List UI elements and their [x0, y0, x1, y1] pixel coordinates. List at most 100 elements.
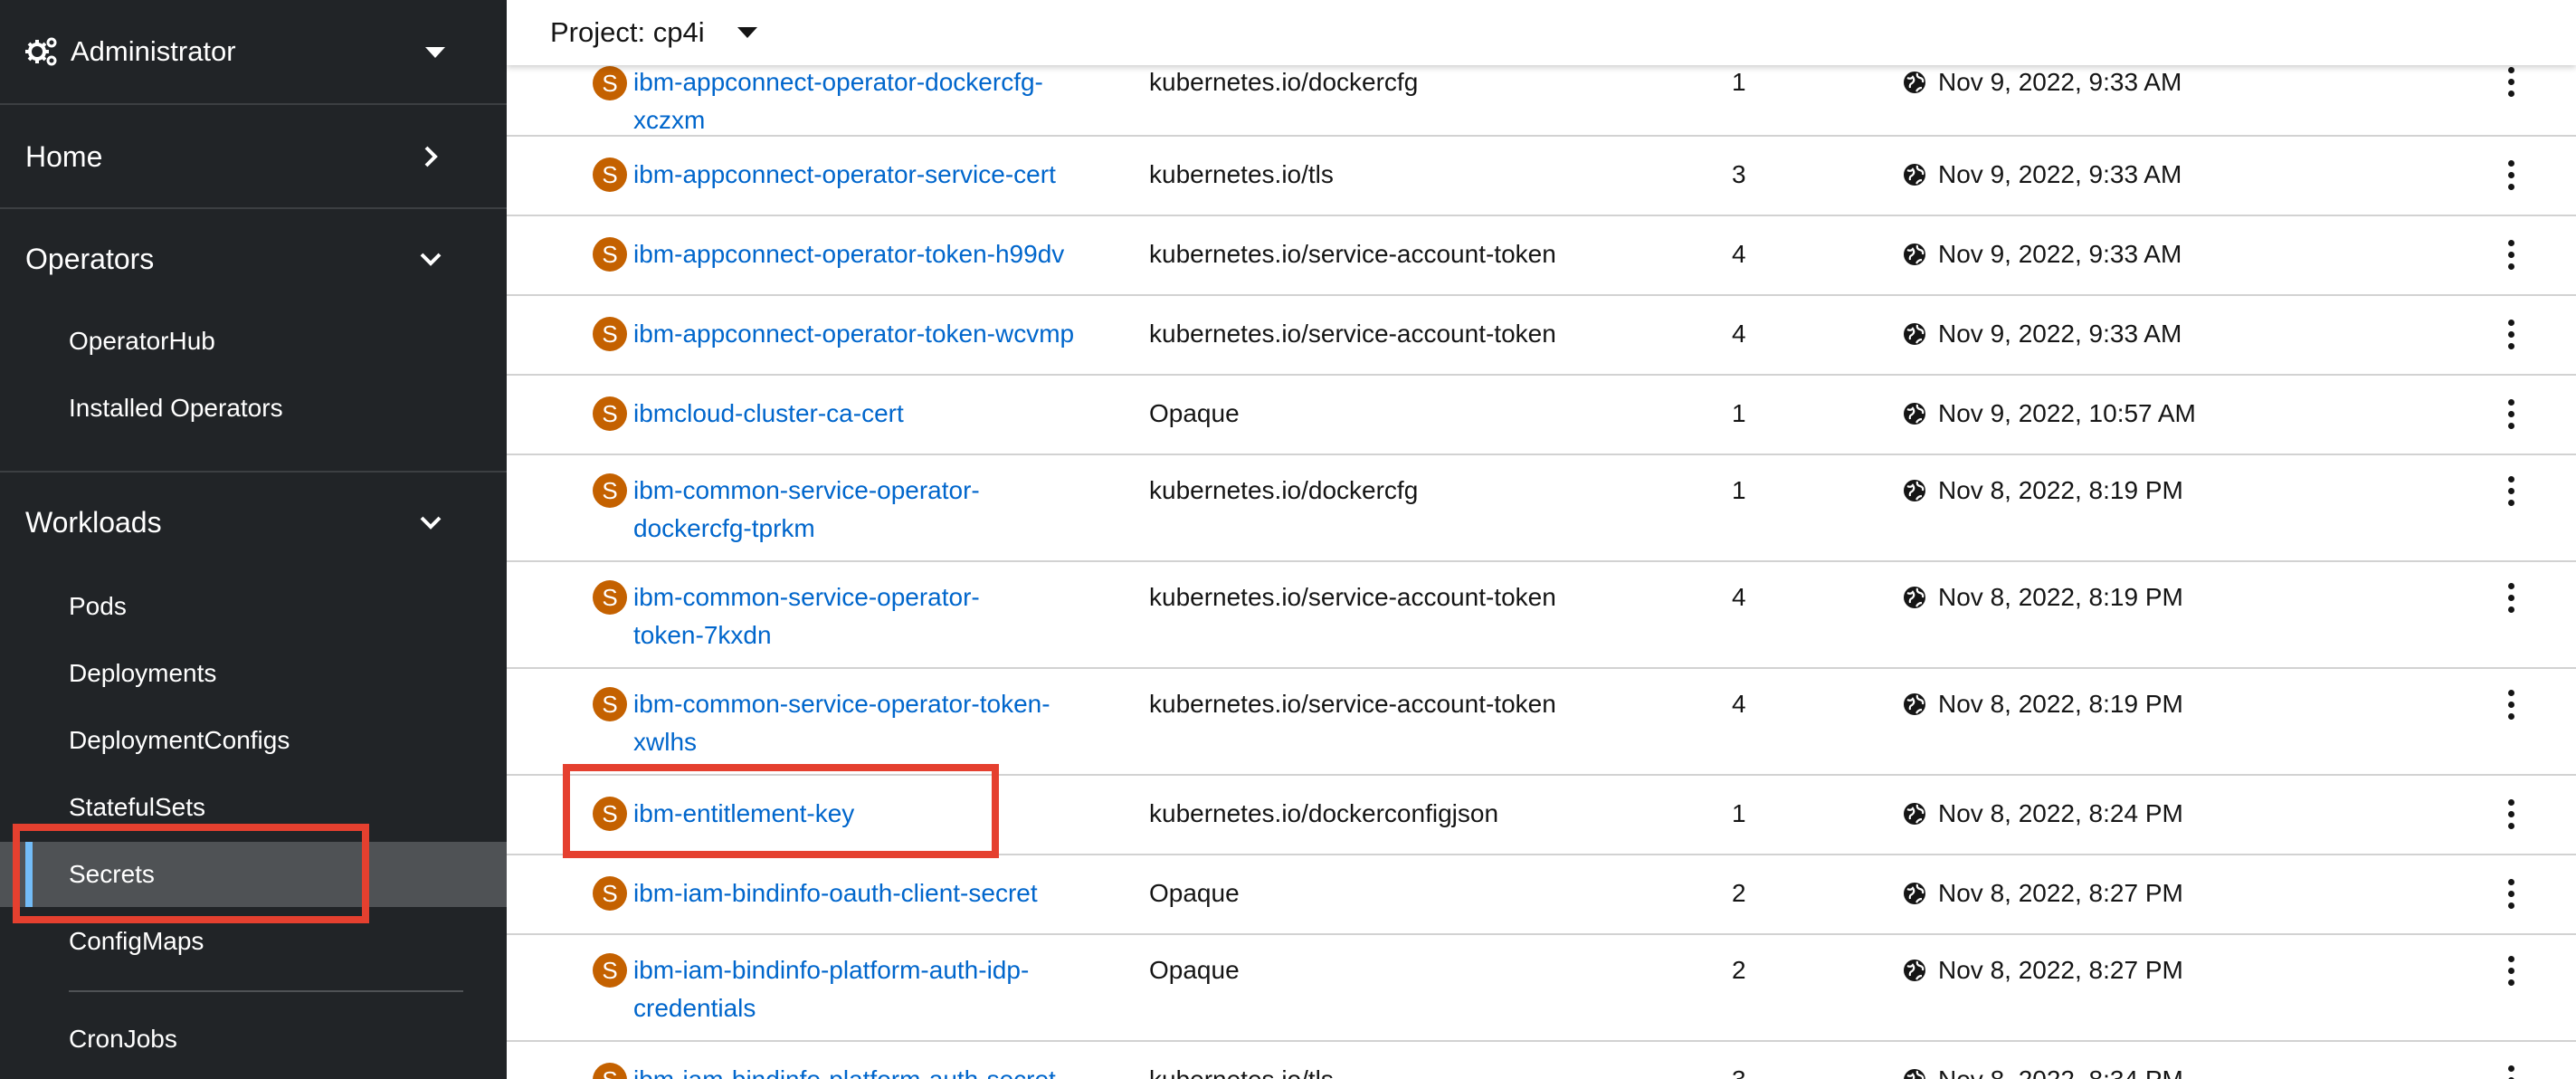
sidebar-item-cronjobs[interactable]: CronJobs: [0, 1007, 507, 1072]
secret-name-link[interactable]: ibm-appconnect-operator-dockercfg- xczxm: [633, 63, 1122, 139]
sidebar-item-pods[interactable]: Pods: [0, 574, 507, 639]
secret-badge-icon: S: [593, 158, 627, 192]
secret-type: kubernetes.io/dockercfg: [1149, 476, 1419, 504]
kebab-icon[interactable]: [2505, 690, 2516, 721]
nav-section-label: Workloads: [25, 505, 162, 539]
created-text: Nov 8, 2022, 8:24 PM: [1938, 799, 2183, 827]
secret-created: Nov 8, 2022, 8:19 PM: [1902, 578, 2183, 616]
secret-created: Nov 9, 2022, 10:57 AM: [1902, 395, 2196, 433]
secret-created: Nov 9, 2022, 9:33 AM: [1902, 156, 2182, 194]
kebab-icon[interactable]: [2505, 399, 2516, 430]
secret-created: Nov 9, 2022, 9:33 AM: [1902, 315, 2182, 353]
sidebar-item-configmaps[interactable]: ConfigMaps: [0, 909, 507, 974]
kebab-icon[interactable]: [2505, 1065, 2516, 1079]
secret-name-line: ibm-common-service-operator-: [633, 583, 980, 611]
kebab-icon[interactable]: [2505, 160, 2516, 191]
created-text: Nov 8, 2022, 8:19 PM: [1938, 690, 2183, 718]
sidebar-item-installed-operators[interactable]: Installed Operators: [0, 376, 507, 441]
secret-name-link[interactable]: ibmcloud-cluster-ca-cert: [633, 395, 1122, 433]
chevron-down-icon: [420, 516, 442, 530]
globe-icon: [1904, 1069, 1925, 1079]
created-text: Nov 9, 2022, 9:33 AM: [1938, 320, 2182, 348]
kebab-icon[interactable]: [2505, 583, 2516, 614]
perspective-switcher[interactable]: Administrator: [0, 0, 507, 105]
secret-type: kubernetes.io/service-account-token: [1149, 320, 1556, 348]
kebab-icon[interactable]: [2505, 240, 2516, 271]
table-row: S ibm-iam-bindinfo-oauth-client-secret O…: [507, 855, 2576, 935]
secret-size: 1: [1732, 399, 1746, 427]
sidebar: Administrator Home Operators OperatorHub…: [0, 0, 507, 1079]
secret-name-link[interactable]: ibm-iam-bindinfo-platform-auth-idp- cred…: [633, 951, 1122, 1027]
kebab-icon[interactable]: [2505, 799, 2516, 830]
created-text: Nov 8, 2022, 8:34 PM: [1938, 1061, 2183, 1079]
chevron-right-icon: [424, 146, 438, 167]
project-bar: Project: cp4i: [507, 0, 2576, 65]
nav-section-workloads[interactable]: Workloads: [0, 473, 507, 572]
secret-badge-icon: S: [593, 317, 627, 351]
kebab-icon[interactable]: [2505, 67, 2516, 98]
created-text: Nov 9, 2022, 9:33 AM: [1938, 68, 2182, 96]
nav-section-label: Operators: [25, 242, 155, 275]
secret-name-link[interactable]: ibm-iam-bindinfo-oauth-client-secret: [633, 874, 1122, 912]
secret-size: 4: [1732, 320, 1746, 348]
sidebar-item-operatorhub[interactable]: OperatorHub: [0, 309, 507, 374]
sidebar-item-deploymentconfigs[interactable]: DeploymentConfigs: [0, 708, 507, 773]
table-row: S ibm-entitlement-key kubernetes.io/dock…: [507, 776, 2576, 855]
created-text: Nov 9, 2022, 9:33 AM: [1938, 240, 2182, 268]
globe-icon: [1904, 693, 1925, 715]
project-selector[interactable]: Project: cp4i: [550, 16, 705, 49]
sidebar-item-deployments[interactable]: Deployments: [0, 641, 507, 706]
nav-section-operators[interactable]: Operators: [0, 209, 507, 309]
secret-name-link[interactable]: ibm-common-service-operator-token- xwlhs: [633, 685, 1122, 761]
globe-icon: [1904, 403, 1925, 425]
secret-type: kubernetes.io/tls: [1149, 160, 1334, 188]
chevron-down-icon: [420, 253, 442, 266]
nav-section-home[interactable]: Home: [0, 105, 507, 208]
secret-name-line: credentials: [633, 994, 756, 1022]
caret-down-icon[interactable]: [737, 27, 757, 38]
kebab-icon[interactable]: [2505, 879, 2516, 910]
table-row: S ibm-iam-bindinfo-platform-auth-idp- cr…: [507, 935, 2576, 1042]
kebab-icon[interactable]: [2505, 320, 2516, 350]
globe-icon: [1904, 323, 1925, 345]
secret-name-link[interactable]: ibm-appconnect-operator-service-cert: [633, 156, 1122, 194]
secret-type: Opaque: [1149, 879, 1240, 907]
secret-badge-icon: S: [593, 237, 627, 272]
globe-icon: [1904, 587, 1925, 608]
table-row: S ibm-iam-bindinfo-platform-auth-secret …: [507, 1042, 2576, 1079]
sidebar-item-label: Installed Operators: [69, 394, 283, 422]
secret-name-line: token-7kxdn: [633, 621, 772, 649]
secret-size: 1: [1732, 476, 1746, 504]
secret-name-link[interactable]: ibm-entitlement-key: [633, 795, 1122, 833]
secret-name-line: ibm-common-service-operator-token-: [633, 690, 1050, 718]
secret-size: 3: [1732, 1061, 1746, 1079]
table-row: S ibm-common-service-operator- dockercfg…: [507, 455, 2576, 562]
kebab-icon[interactable]: [2505, 476, 2516, 507]
secret-badge-icon: S: [593, 396, 627, 431]
secret-name-link[interactable]: ibm-common-service-operator- token-7kxdn: [633, 578, 1122, 654]
secret-badge-icon: S: [593, 687, 627, 721]
secret-name-line: xwlhs: [633, 728, 698, 756]
created-text: Nov 8, 2022, 8:27 PM: [1938, 879, 2183, 907]
secret-size: 1: [1732, 799, 1746, 827]
table-row: S ibmcloud-cluster-ca-cert Opaque 1 Nov …: [507, 376, 2576, 455]
secret-name-link[interactable]: ibm-common-service-operator- dockercfg-t…: [633, 472, 1122, 548]
sidebar-item-statefulsets[interactable]: StatefulSets: [0, 775, 507, 840]
secret-name-link[interactable]: ibm-appconnect-operator-token-wcvmp: [633, 315, 1122, 353]
secret-name-line: ibm-entitlement-key: [633, 799, 855, 827]
secret-type: kubernetes.io/dockerconfigjson: [1149, 799, 1499, 827]
sidebar-item-label: ConfigMaps: [69, 927, 204, 955]
secret-created: Nov 8, 2022, 8:27 PM: [1902, 874, 2183, 912]
table-row: S ibm-appconnect-operator-token-wcvmp ku…: [507, 296, 2576, 376]
sidebar-item-secrets[interactable]: Secrets: [0, 842, 507, 907]
secret-name-link[interactable]: ibm-iam-bindinfo-platform-auth-secret: [633, 1061, 1122, 1079]
secret-size: 1: [1732, 68, 1746, 96]
secret-badge-icon: S: [593, 580, 627, 615]
created-text: Nov 9, 2022, 10:57 AM: [1938, 399, 2196, 427]
created-text: Nov 8, 2022, 8:27 PM: [1938, 956, 2183, 984]
kebab-icon[interactable]: [2505, 956, 2516, 987]
secret-size: 2: [1732, 956, 1746, 984]
secret-name-line: ibm-common-service-operator-: [633, 476, 980, 504]
secret-name-link[interactable]: ibm-appconnect-operator-token-h99dv: [633, 235, 1122, 273]
secret-name-line: dockercfg-tprkm: [633, 514, 815, 542]
